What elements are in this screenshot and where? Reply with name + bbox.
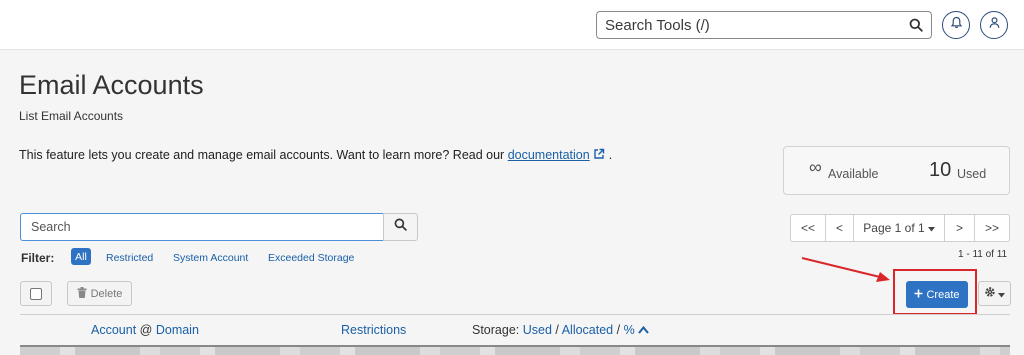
next-page-button[interactable]: > — [944, 214, 975, 242]
column-account-domain[interactable]: Account @ Domain — [91, 323, 199, 337]
bell-icon — [950, 16, 963, 34]
storage-label: Storage: — [472, 323, 520, 337]
delete-button[interactable]: Delete — [67, 281, 132, 306]
settings-menu-button[interactable] — [978, 281, 1011, 306]
create-button[interactable]: Create — [906, 281, 968, 308]
storage-slash-1: / — [555, 323, 559, 337]
delete-label: Delete — [90, 287, 123, 300]
select-all-wrapper[interactable] — [20, 281, 52, 306]
sort-allocated-link[interactable]: Allocated — [562, 323, 613, 337]
first-page-button[interactable]: << — [790, 214, 826, 242]
table-top-border — [20, 314, 1010, 315]
prev-page-button[interactable]: < — [825, 214, 854, 242]
user-menu-button[interactable] — [980, 11, 1008, 39]
page-title: Email Accounts — [19, 70, 204, 100]
notifications-button[interactable] — [942, 11, 970, 39]
sort-account-link[interactable]: Account — [91, 323, 136, 337]
search-icon — [394, 218, 407, 236]
page-description: This feature lets you create and manage … — [19, 148, 612, 162]
search-tools-placeholder: Search Tools (/) — [605, 16, 710, 34]
search-icon[interactable] — [901, 12, 931, 38]
plus-icon — [914, 289, 923, 301]
filter-system-account[interactable]: System Account — [173, 252, 248, 264]
gear-icon — [984, 285, 996, 303]
page-select-label: Page 1 of 1 — [863, 221, 925, 235]
select-all-checkbox[interactable] — [30, 287, 42, 300]
external-link-icon[interactable] — [593, 148, 608, 162]
caret-down-icon — [927, 221, 935, 235]
description-text: This feature lets you create and manage … — [19, 148, 505, 162]
filter-all[interactable]: All — [71, 248, 91, 265]
used-label: Used — [957, 167, 987, 181]
page-select[interactable]: Page 1 of 1 — [853, 214, 945, 242]
sort-percent-link[interactable]: % — [624, 323, 635, 337]
available-label: Available — [828, 167, 879, 181]
filter-restricted[interactable]: Restricted — [106, 252, 153, 264]
filter-label: Filter: — [21, 251, 55, 265]
caret-down-icon — [998, 285, 1005, 303]
sort-asc-icon[interactable] — [638, 323, 649, 337]
column-storage[interactable]: Storage: Used / Allocated / % — [472, 323, 649, 337]
page-subtitle: List Email Accounts — [19, 109, 124, 123]
create-label: Create — [926, 288, 960, 301]
sort-used-link[interactable]: Used — [523, 323, 552, 337]
sort-restrictions-link[interactable]: Restrictions — [341, 323, 406, 337]
infinity-icon: ∞ — [809, 157, 822, 177]
account-stats-panel: ∞ Available 10 Used — [783, 146, 1010, 195]
email-search-input[interactable]: Search — [20, 213, 384, 241]
trash-icon — [77, 286, 87, 301]
search-tools-input[interactable]: Search Tools (/) — [596, 11, 932, 39]
at-symbol: @ — [139, 323, 153, 337]
annotation-arrow-icon — [801, 257, 890, 282]
filter-exceeded-storage[interactable]: Exceeded Storage — [268, 252, 354, 264]
used-count: 10 — [929, 159, 952, 181]
column-restrictions[interactable]: Restrictions — [341, 323, 406, 337]
documentation-link[interactable]: documentation — [508, 148, 590, 162]
storage-slash-2: / — [616, 323, 621, 337]
sort-domain-link[interactable]: Domain — [156, 323, 199, 337]
table-row — [20, 347, 1010, 355]
result-range: 1 - 11 of 11 — [958, 249, 1008, 260]
user-icon — [988, 16, 1001, 34]
last-page-button[interactable]: >> — [974, 214, 1010, 242]
description-end: . — [608, 148, 613, 162]
search-button[interactable] — [383, 213, 418, 241]
